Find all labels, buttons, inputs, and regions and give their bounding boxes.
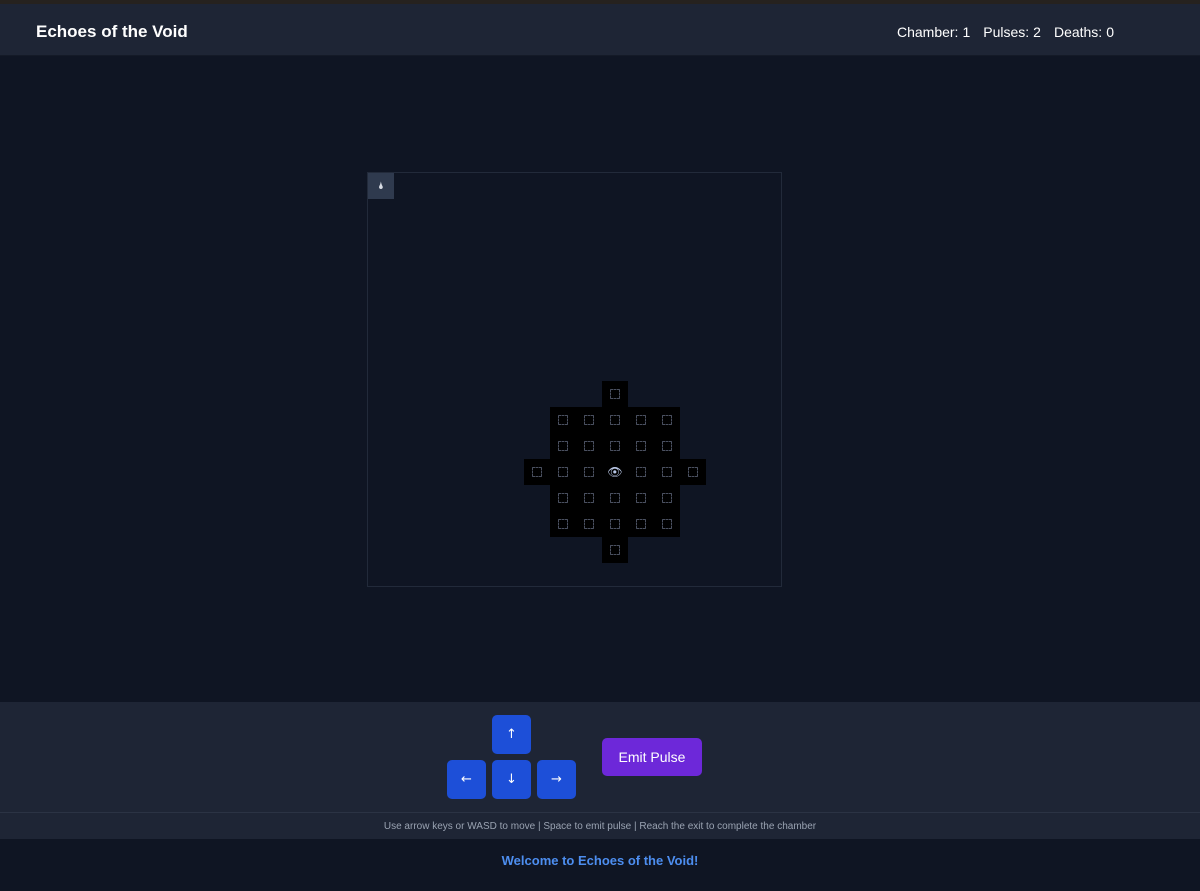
floor-tile-marker [584, 415, 594, 425]
revealed-cell [602, 381, 628, 407]
revealed-cell [550, 407, 576, 433]
floor-tile-marker [558, 415, 568, 425]
revealed-cell [654, 511, 680, 537]
floor-tile-marker [610, 415, 620, 425]
revealed-cell [602, 485, 628, 511]
floor-tile-marker [558, 493, 568, 503]
revealed-cell [628, 511, 654, 537]
controls-panel: ↑ ← ↓ → Emit Pulse [0, 702, 1200, 812]
floor-tile-marker [584, 467, 594, 477]
floor-tile-marker [610, 441, 620, 451]
floor-tile-marker [584, 441, 594, 451]
move-up-button[interactable]: ↑ [492, 715, 531, 754]
floor-tile-marker [636, 441, 646, 451]
chamber-label: Chamber: [896, 24, 959, 40]
deaths-stat: Deaths: 0 [1054, 24, 1114, 40]
floor-tile-marker [636, 467, 646, 477]
floor-tile-marker [532, 467, 542, 477]
revealed-cell [550, 511, 576, 537]
revealed-cell [654, 433, 680, 459]
game-title: Echoes of the Void [36, 22, 188, 41]
revealed-cell [628, 407, 654, 433]
revealed-cell [654, 485, 680, 511]
revealed-cell [602, 407, 628, 433]
player-cell: 👁 [602, 459, 628, 485]
floor-tile-marker [610, 519, 620, 529]
floor-tile-marker [584, 519, 594, 529]
pulses-stat: Pulses: 2 [983, 24, 1041, 40]
floor-tile-marker [610, 493, 620, 503]
revealed-cell [576, 407, 602, 433]
revealed-cell [550, 433, 576, 459]
emit-pulse-button[interactable]: Emit Pulse [602, 738, 702, 776]
floor-tile-marker [662, 441, 672, 451]
floor-tile-marker [584, 493, 594, 503]
revealed-cell [576, 485, 602, 511]
chamber-value: 1 [962, 24, 971, 40]
revealed-cell [576, 459, 602, 485]
floor-tile-marker [662, 467, 672, 477]
revealed-cell [628, 459, 654, 485]
status-message: Welcome to Echoes of the Void! [0, 839, 1200, 891]
floor-tile-marker [636, 493, 646, 503]
floor-tile-marker [558, 441, 568, 451]
floor-tile-marker [636, 415, 646, 425]
player-icon: 👁 [607, 465, 623, 479]
deaths-label: Deaths: [1053, 24, 1103, 40]
stats-bar: Chamber: 1 Pulses: 2 Deaths: 0 [897, 24, 1114, 40]
floor-tile-marker [636, 519, 646, 529]
revealed-cell [602, 511, 628, 537]
move-right-button[interactable]: → [537, 760, 576, 799]
controls-hint: Use arrow keys or WASD to move | Space t… [0, 812, 1200, 839]
move-down-button[interactable]: ↓ [492, 760, 531, 799]
start-cell: 🌢 [368, 173, 394, 199]
floor-tile-marker [662, 415, 672, 425]
pulses-label: Pulses: [983, 24, 1030, 40]
revealed-cell [654, 407, 680, 433]
move-left-button[interactable]: ← [447, 760, 486, 799]
revealed-cell [550, 485, 576, 511]
floor-tile-marker [610, 545, 620, 555]
floor-tile-marker [662, 493, 672, 503]
deaths-value: 0 [1106, 24, 1114, 40]
revealed-cell [550, 459, 576, 485]
game-board[interactable]: 🌢 👁 [367, 172, 782, 587]
floor-tile-marker [558, 467, 568, 477]
revealed-cell [524, 459, 550, 485]
floor-tile-marker [558, 519, 568, 529]
start-marker-icon: 🌢 [378, 180, 384, 192]
revealed-cell [602, 433, 628, 459]
floor-tile-marker [610, 389, 620, 399]
revealed-cell [680, 459, 706, 485]
pulses-value: 2 [1033, 24, 1041, 40]
floor-tile-marker [688, 467, 698, 477]
revealed-cell [576, 433, 602, 459]
revealed-cell [602, 537, 628, 563]
revealed-cell [628, 485, 654, 511]
revealed-cell [576, 511, 602, 537]
revealed-cell [628, 433, 654, 459]
game-header: Echoes of the Void Chamber: 1 Pulses: 2 … [0, 4, 1200, 56]
chamber-stat: Chamber: 1 [897, 24, 970, 40]
revealed-cell [654, 459, 680, 485]
floor-tile-marker [662, 519, 672, 529]
